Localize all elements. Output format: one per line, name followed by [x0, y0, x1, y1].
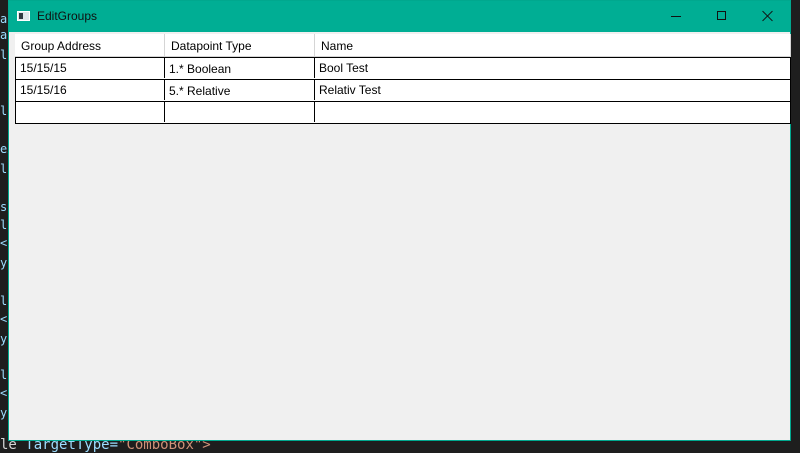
column-header-name[interactable]: Name: [315, 34, 791, 56]
close-button[interactable]: [745, 1, 791, 32]
column-header-group-address[interactable]: Group Address: [15, 34, 165, 56]
cell-datapoint-type[interactable]: 5.* Relative: [165, 80, 315, 100]
window-app-icon[interactable]: [17, 11, 30, 21]
minimize-button[interactable]: [653, 1, 699, 32]
minimize-icon: [671, 16, 681, 17]
cell-group-address[interactable]: 15/15/15: [16, 58, 165, 78]
column-header-datapoint-type[interactable]: Datapoint Type: [165, 34, 315, 56]
new-item-row[interactable]: [16, 102, 790, 124]
cell-name[interactable]: Bool Test: [315, 58, 790, 78]
cell-datapoint-type[interactable]: [165, 102, 315, 122]
cell-datapoint-type[interactable]: 1.* Boolean: [165, 58, 315, 78]
grid-header: Group Address Datapoint Type Name: [15, 34, 791, 57]
cell-name[interactable]: [315, 102, 790, 122]
cell-group-address[interactable]: 15/15/16: [16, 80, 165, 100]
cell-group-address[interactable]: [16, 102, 165, 122]
grid-body: 15/15/15 1.* Boolean Bool Test 15/15/16 …: [15, 57, 791, 124]
title-bar[interactable]: EditGroups: [9, 1, 790, 32]
table-row[interactable]: 15/15/15 1.* Boolean Bool Test: [16, 57, 790, 80]
edit-groups-window: EditGroups Group Address Datapoint Type …: [8, 0, 791, 441]
groups-data-grid: Group Address Datapoint Type Name 15/15/…: [15, 34, 791, 124]
window-title: EditGroups: [37, 9, 98, 23]
maximize-icon: [717, 11, 726, 20]
cell-name[interactable]: Relativ Test: [315, 80, 790, 100]
table-row[interactable]: 15/15/16 5.* Relative Relativ Test: [16, 80, 790, 102]
maximize-button[interactable]: [699, 1, 745, 32]
close-icon: [762, 10, 774, 22]
